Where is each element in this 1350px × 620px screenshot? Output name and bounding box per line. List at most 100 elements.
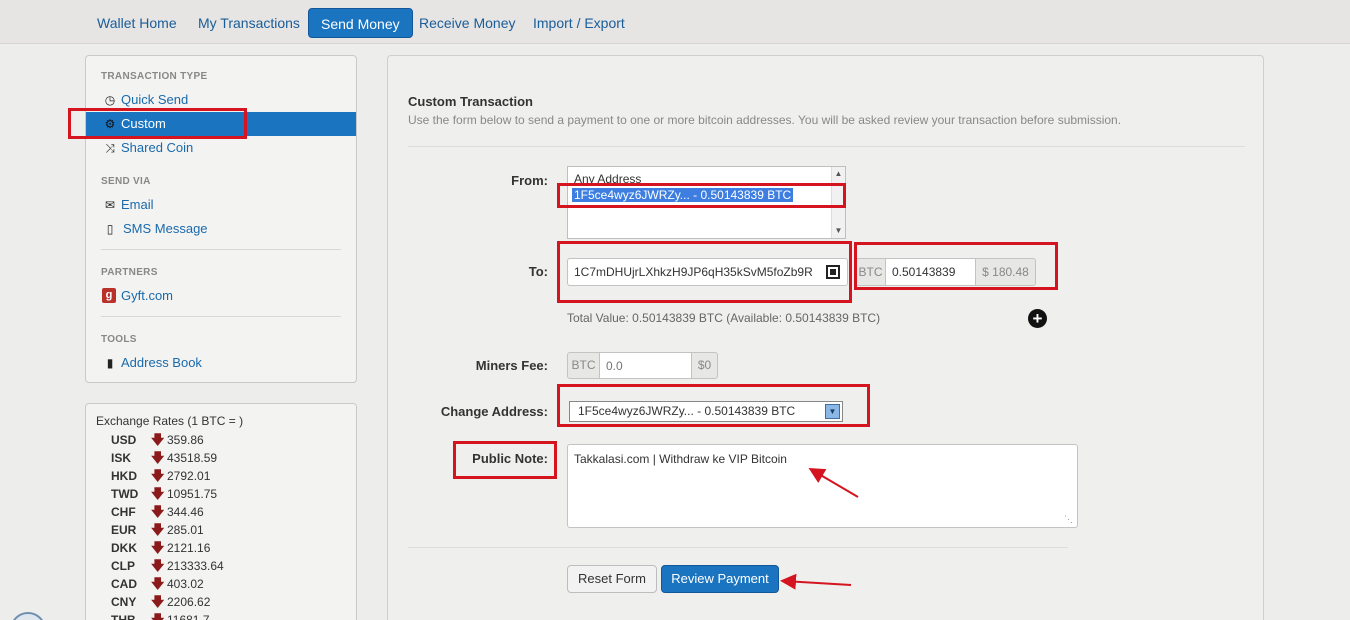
down-arrow-icon: 🡇: [151, 432, 165, 447]
sidebar-item-label: Email: [121, 197, 154, 212]
change-address-value: 1F5ce4wyz6JWRZy... - 0.50143839 BTC: [578, 404, 796, 418]
to-label: To:: [528, 264, 548, 279]
page-subtitle: Use the form below to send a payment to …: [408, 113, 1122, 127]
to-address-input[interactable]: 1C7mDHUjrLXhkzH9JP6qH35kSvM5foZb9R: [567, 258, 848, 286]
rate-value: 213333.64: [167, 559, 224, 573]
scroll-down-icon[interactable]: ▼: [832, 225, 845, 237]
currency-code: CNY: [111, 595, 137, 609]
sidebar-item-label: SMS Message: [123, 221, 208, 236]
currency-code: DKK: [111, 541, 137, 555]
envelope-icon: ✉: [104, 198, 116, 212]
listbox-scrollbar[interactable]: ▲ ▼: [831, 167, 845, 238]
sidebar-item-label: Gyft.com: [121, 288, 174, 303]
help-icon[interactable]: [10, 612, 46, 620]
sidebar-item-address-book[interactable]: ▮ Address Book: [86, 351, 356, 375]
public-note-label: Public Note:: [472, 451, 548, 466]
sidebar-panel: TRANSACTION TYPE ◷ Quick Send ⚙ Custom ⤨…: [85, 55, 357, 383]
fee-usd-addon: $0: [691, 352, 718, 379]
rate-value: 11681.7: [167, 613, 210, 620]
sidebar-item-custom[interactable]: ⚙ Custom: [86, 112, 356, 136]
add-recipient-icon[interactable]: +: [1028, 309, 1047, 328]
down-arrow-icon: 🡇: [151, 576, 165, 591]
tab-send-money[interactable]: Send Money: [308, 8, 413, 38]
scroll-up-icon[interactable]: ▲: [832, 168, 845, 180]
change-address-label: Change Address:: [440, 404, 548, 419]
down-arrow-icon: 🡇: [151, 504, 165, 519]
btc-addon: BTC: [855, 258, 886, 286]
down-arrow-icon: 🡇: [151, 468, 165, 483]
sidebar-item-quick-send[interactable]: ◷ Quick Send: [86, 88, 356, 112]
phone-icon: ▯: [106, 222, 114, 236]
down-arrow-icon: 🡇: [151, 540, 165, 555]
public-note-textarea[interactable]: Takkalasi.com | Withdraw ke VIP Bitcoin …: [567, 444, 1078, 528]
divider: [408, 146, 1245, 147]
from-label: From:: [511, 173, 548, 188]
currency-code: EUR: [111, 523, 137, 537]
currency-code: CHF: [111, 505, 136, 519]
transaction-type-heading: TRANSACTION TYPE: [101, 71, 208, 82]
down-arrow-icon: 🡇: [151, 558, 165, 573]
usd-value-addon: $ 180.48: [975, 258, 1036, 286]
currency-code: HKD: [111, 469, 137, 483]
amount-input[interactable]: 0.50143839: [885, 258, 976, 286]
from-address-listbox[interactable]: Any Address 1F5ce4wyz6JWRZy... - 0.50143…: [567, 166, 846, 239]
down-arrow-icon: 🡇: [151, 450, 165, 465]
gear-icon: ⚙: [104, 117, 116, 131]
tab-import-export[interactable]: Import / Export: [521, 8, 637, 38]
sidebar-item-label: Custom: [121, 116, 166, 131]
sidebar-item-shared-coin[interactable]: ⤨ Shared Coin: [86, 136, 356, 160]
send-via-heading: SEND VIA: [101, 176, 151, 187]
exchange-rates-title: Exchange Rates (1 BTC = ): [96, 414, 244, 428]
down-arrow-icon: 🡇: [151, 612, 165, 620]
change-address-select[interactable]: 1F5ce4wyz6JWRZy... - 0.50143839 BTC ▼: [569, 401, 843, 422]
divider: [408, 547, 1068, 548]
rate-value: 285.01: [167, 523, 204, 537]
resize-handle-icon[interactable]: ⋱: [1064, 514, 1073, 525]
rate-value: 2206.62: [167, 595, 211, 609]
sidebar-item-gyft[interactable]: g Gyft.com: [86, 284, 356, 308]
currency-code: TWD: [111, 487, 139, 501]
down-arrow-icon: 🡇: [151, 522, 165, 537]
sidebar-item-email[interactable]: ✉ Email: [86, 193, 356, 217]
sidebar-item-label: Quick Send: [121, 92, 189, 107]
reset-form-button[interactable]: Reset Form: [567, 565, 657, 593]
chevron-down-icon[interactable]: ▼: [825, 404, 840, 419]
currency-code: CAD: [111, 577, 137, 591]
from-option-any[interactable]: Any Address: [574, 172, 641, 186]
sidebar-item-label: Shared Coin: [121, 140, 194, 155]
down-arrow-icon: 🡇: [151, 594, 165, 609]
rate-value: 10951.75: [167, 487, 218, 501]
exchange-rates-panel: Exchange Rates (1 BTC = ) USD 🡇 359.86 ISK 🡇…: [85, 403, 357, 620]
currency-code: ISK: [111, 451, 132, 465]
rate-value: 344.46: [167, 505, 204, 519]
rate-value: 2121.16: [167, 541, 211, 555]
currency-code: USD: [111, 433, 137, 447]
page-title: Custom Transaction: [408, 94, 533, 109]
review-payment-button[interactable]: Review Payment: [661, 565, 779, 593]
miners-fee-input[interactable]: [599, 352, 692, 379]
miners-fee-label: Miners Fee:: [475, 358, 548, 373]
rate-value: 2792.01: [167, 469, 211, 483]
gyft-logo-icon: g: [102, 288, 116, 303]
tools-heading: TOOLS: [101, 334, 137, 345]
currency-code: CLP: [111, 559, 135, 573]
divider: [101, 316, 341, 317]
from-option-selected[interactable]: 1F5ce4wyz6JWRZy... - 0.50143839 BTC: [572, 188, 794, 202]
divider: [101, 249, 341, 250]
tab-wallet-home[interactable]: Wallet Home: [85, 8, 189, 38]
rate-value: 403.02: [167, 577, 204, 591]
tab-receive-money[interactable]: Receive Money: [407, 8, 528, 38]
rate-value: 359.86: [167, 433, 204, 447]
custom-transaction-panel: Custom Transaction Use the form below to…: [387, 55, 1264, 620]
rate-value: 43518.59: [167, 451, 218, 465]
book-icon: ▮: [106, 356, 114, 370]
tab-my-transactions[interactable]: My Transactions: [186, 8, 312, 38]
clock-icon: ◷: [104, 93, 116, 107]
total-value-text: Total Value: 0.50143839 BTC (Available: …: [567, 311, 881, 325]
sidebar-item-sms[interactable]: ▯ SMS Message: [86, 217, 356, 241]
public-note-text: Takkalasi.com | Withdraw ke VIP Bitcoin: [574, 452, 787, 466]
shuffle-icon: ⤨: [105, 141, 115, 155]
down-arrow-icon: 🡇: [151, 486, 165, 501]
qr-code-icon[interactable]: [826, 265, 840, 279]
sidebar-item-label: Address Book: [121, 355, 202, 370]
